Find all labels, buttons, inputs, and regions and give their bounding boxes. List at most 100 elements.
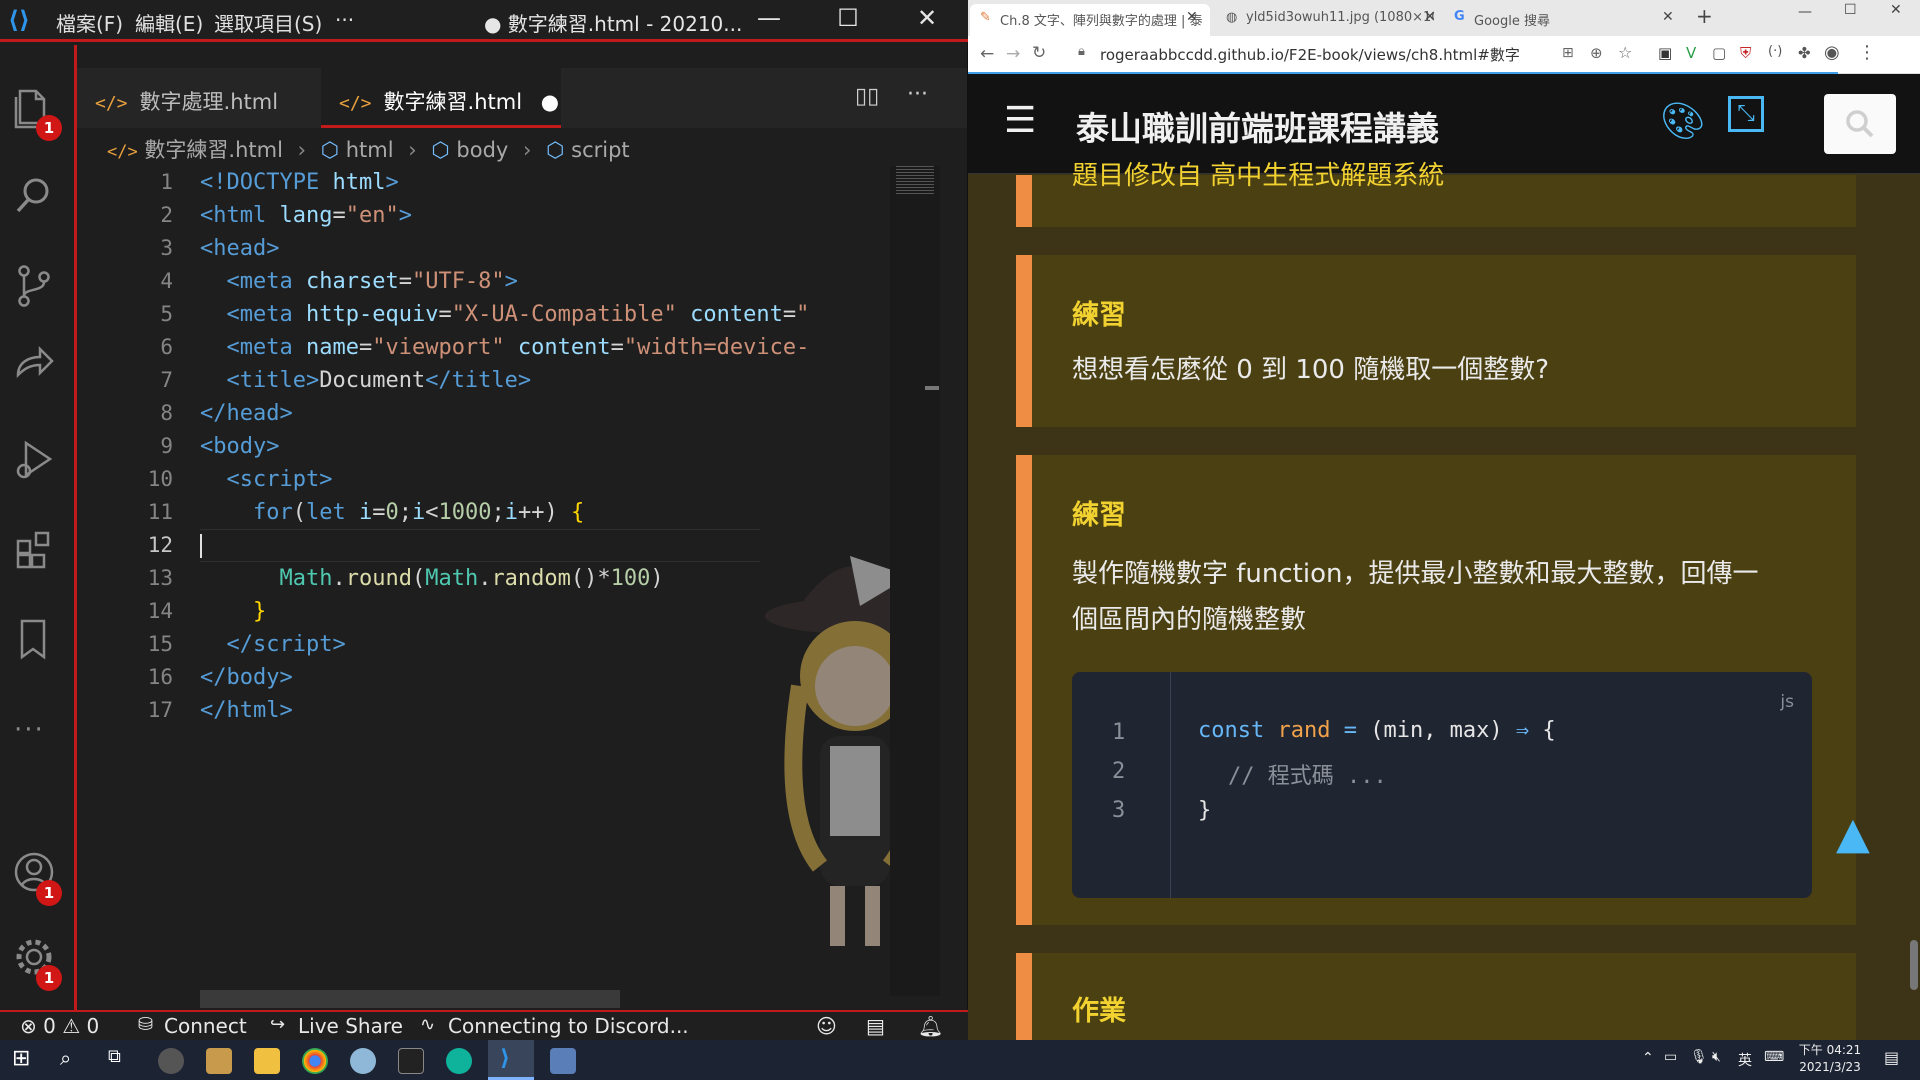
live-share-icon[interactable] — [14, 345, 60, 391]
notification-icon[interactable]: ▤ — [1884, 1048, 1899, 1067]
new-tab-button[interactable]: + — [1696, 4, 1713, 28]
code-line: </head> — [200, 401, 293, 426]
discord-status[interactable]: Connecting to Discord... — [448, 1014, 689, 1038]
tray-expand-icon[interactable]: ⌃ — [1642, 1050, 1654, 1066]
minimap-preview — [896, 166, 934, 196]
globe-favicon-icon: ◍ — [1226, 10, 1238, 25]
taskbar-app-icon[interactable] — [206, 1048, 232, 1074]
vertical-scrollbar[interactable] — [925, 386, 939, 390]
vscode-taskbar-button[interactable]: ⟩ — [488, 1040, 534, 1080]
search-icon[interactable] — [14, 175, 60, 221]
page-scrollbar[interactable] — [1910, 940, 1918, 990]
tab-close-icon[interactable]: ✕ — [1424, 9, 1436, 25]
menu-file[interactable]: 檔案(F) — [56, 8, 123, 37]
browser-close-button[interactable]: ✕ — [1890, 2, 1902, 18]
site-title[interactable]: 泰山職訓前端班課程講義 — [1076, 102, 1439, 150]
breadcrumb-item-file[interactable]: 數字練習.html — [144, 138, 283, 162]
menu-edit[interactable]: 編輯(E) — [135, 8, 203, 37]
fullscreen-icon[interactable]: ⤡ — [1728, 96, 1764, 132]
taskbar-app-icon[interactable] — [350, 1048, 376, 1074]
code-line: <html lang="en"> — [200, 203, 412, 228]
bookmark-star-icon[interactable]: ☆ — [1618, 43, 1632, 62]
extension-icon[interactable]: ▣ — [1658, 44, 1672, 62]
reload-icon[interactable]: ↻ — [1032, 43, 1046, 63]
tab-file-1[interactable]: </> 數字處理.html — [77, 68, 319, 128]
translate-icon[interactable]: ⊞ — [1562, 45, 1574, 61]
windows-start-icon[interactable]: ⊞ — [12, 1046, 30, 1071]
minimize-button[interactable]: — — [746, 4, 792, 32]
editor-more-icon[interactable]: ··· — [907, 82, 928, 107]
forward-arrow-icon[interactable]: → — [1006, 44, 1020, 64]
line-number-current: 12 — [147, 533, 173, 557]
account-icon[interactable]: 1 — [14, 850, 62, 906]
bookmark-icon[interactable] — [14, 617, 60, 663]
maximize-button[interactable]: ☐ — [825, 4, 871, 32]
source-control-icon[interactable] — [14, 263, 60, 309]
volume-muted-icon[interactable]: 🔇︎ — [1712, 1049, 1721, 1065]
file-explorer-icon[interactable] — [254, 1048, 280, 1074]
menu-more[interactable]: ··· — [335, 8, 354, 32]
menu-selection[interactable]: 選取項目(S) — [214, 8, 322, 37]
code-editor[interactable]: <!DOCTYPE html> <html lang="en"> <head> … — [200, 166, 890, 990]
profile-avatar-icon[interactable]: ◉ — [1824, 42, 1840, 63]
browser-tab[interactable]: G Google 搜尋 — [1444, 4, 1650, 36]
taskbar-app-icon[interactable] — [446, 1048, 472, 1074]
browser-tab-active[interactable]: ✎ Ch.8 文字、陣列與數字的處理 | 泰 — [970, 4, 1210, 36]
close-button[interactable]: ✕ — [904, 4, 950, 32]
task-view-icon[interactable]: ⧉ — [108, 1046, 121, 1067]
live-share-status[interactable]: Live Share — [298, 1014, 403, 1038]
breadcrumb-item-script[interactable]: script — [571, 138, 630, 162]
lock-icon[interactable]: 🔒︎ — [1078, 44, 1085, 59]
card-snippet[interactable]: 題目修改自 高中生程式解題系統 — [1072, 153, 1444, 199]
browser-minimize-button[interactable]: — — [1798, 4, 1812, 20]
chrome-icon[interactable] — [302, 1048, 328, 1074]
zoom-icon[interactable]: ⊕ — [1590, 44, 1603, 62]
vue-devtools-icon[interactable]: V — [1686, 44, 1696, 62]
settings-gear-icon[interactable]: 1 — [14, 935, 62, 991]
calculator-icon[interactable] — [550, 1048, 576, 1074]
horizontal-scrollbar[interactable] — [200, 990, 620, 1008]
clock[interactable]: 下午 04:21 2021/3/23 — [1790, 1042, 1870, 1076]
address-bar[interactable]: rogeraabbccdd.github.io/F2E-book/views/c… — [1100, 44, 1520, 65]
problems-indicator[interactable]: ⊗ 0 ⚠ 0 — [20, 1014, 99, 1038]
taskbar-search-icon[interactable]: ⌕ — [60, 1046, 71, 1070]
network-icon[interactable]: ▭ — [1664, 1049, 1677, 1065]
back-to-top-rocket-icon[interactable]: ▲ — [1836, 808, 1870, 859]
background-character-image — [760, 486, 890, 986]
minimap[interactable] — [890, 166, 940, 996]
unsaved-dot-icon[interactable]: ● — [541, 90, 559, 114]
terminal-icon[interactable] — [398, 1048, 424, 1074]
back-arrow-icon[interactable]: ← — [980, 44, 994, 64]
breadcrumb-item-html[interactable]: html — [346, 138, 394, 162]
more-icon[interactable]: ··· — [14, 715, 60, 761]
exercise-card-1: 練習 想想看怎麼從 0 到 100 隨機取一個整數? — [1016, 255, 1856, 427]
palette-icon[interactable]: 🎨︎ — [1660, 100, 1706, 142]
run-debug-icon[interactable] — [14, 437, 60, 483]
obs-app-icon[interactable] — [158, 1048, 184, 1074]
tab-close-icon[interactable]: ✕ — [1186, 9, 1198, 25]
feedback-icon[interactable]: ☺ — [816, 1014, 837, 1038]
browser-maximize-button[interactable]: ☐ — [1844, 2, 1857, 18]
tab-close-icon[interactable]: ✕ — [1662, 9, 1674, 25]
ime-mode-icon[interactable]: ⌨︎ — [1764, 1049, 1784, 1065]
site-search-button[interactable] — [1824, 94, 1896, 154]
extension-icon[interactable]: (·) — [1768, 44, 1782, 59]
browser-tab[interactable]: ◍ yld5id3owuh11.jpg (1080×108 — [1216, 4, 1434, 36]
explorer-icon[interactable]: 1 — [14, 85, 62, 141]
extension-icon[interactable]: ▢ — [1712, 44, 1726, 62]
tab-file-2-active[interactable]: </> 數字練習.html ● — [321, 68, 561, 128]
shield-extension-icon[interactable]: ⛨ — [1740, 44, 1751, 62]
puzzle-icon[interactable]: ✤ — [1798, 44, 1811, 62]
chevron-right-icon: › — [523, 138, 532, 162]
extensions-icon[interactable] — [14, 527, 60, 573]
split-editor-icon[interactable]: ▯▯ — [855, 84, 879, 109]
code-line: </body> — [200, 665, 293, 690]
hamburger-menu-icon[interactable]: ☰ — [1004, 100, 1036, 141]
ime-indicator[interactable]: 英 — [1738, 1050, 1752, 1070]
connect-status[interactable]: Connect — [164, 1014, 247, 1038]
browser-menu-icon[interactable]: ⋮ — [1858, 42, 1876, 63]
microphone-icon[interactable]: 🎙︎ — [1690, 1049, 1708, 1065]
breadcrumb-item-body[interactable]: body — [456, 138, 508, 162]
bell-icon[interactable]: 🔔︎ — [918, 1014, 943, 1038]
remote-file-icon[interactable]: ▤ — [866, 1014, 885, 1038]
